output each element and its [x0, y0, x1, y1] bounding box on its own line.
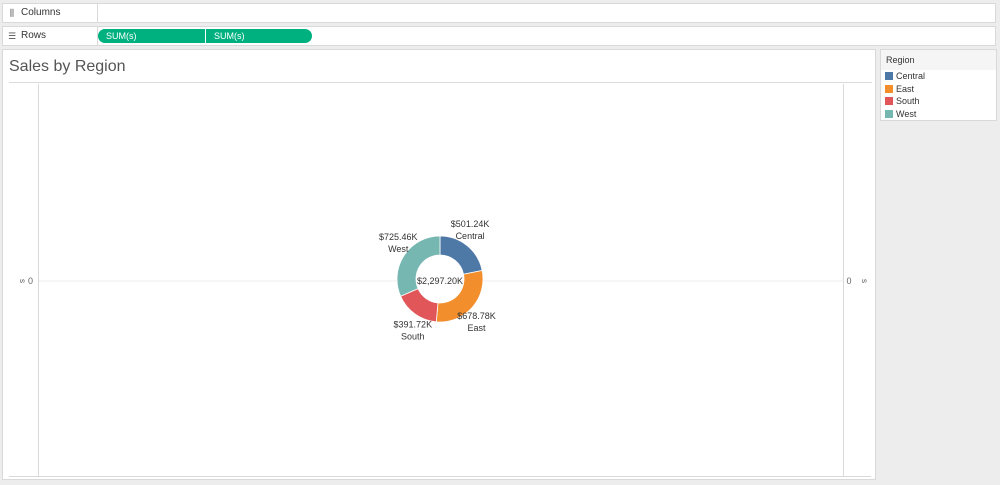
- legend-item-central[interactable]: Central: [881, 70, 996, 83]
- legend-swatch: [885, 109, 893, 118]
- worksheet-view: Sales by Region s 0 0 s $501.24K Central $…: [2, 49, 876, 480]
- slice-value-label: $391.72K: [394, 319, 433, 329]
- donut-chart: s 0 0 s $501.24K Central $678.78K East $391.…: [9, 84, 871, 477]
- slice-category-label: South: [401, 331, 425, 341]
- rows-label: Rows: [21, 30, 47, 41]
- legend-item-label: West: [896, 108, 917, 119]
- donut-slice-central[interactable]: [439, 235, 483, 275]
- columns-shelf[interactable]: ⫼ Columns: [2, 3, 996, 23]
- slice-category-label: East: [468, 323, 487, 333]
- slice-category-label: Central: [456, 231, 485, 241]
- right-axis-label: s: [860, 279, 869, 283]
- legend-swatch: [885, 72, 893, 81]
- region-legend[interactable]: Region Central East South West: [880, 49, 997, 121]
- rows-pill-sum-2[interactable]: SUM(s): [206, 29, 312, 43]
- left-axis-label: s: [18, 279, 27, 283]
- slice-value-label: $725.46K: [379, 232, 418, 242]
- legend-item-south[interactable]: South: [881, 95, 996, 108]
- donut-center-total: $2,297.20K: [417, 276, 463, 286]
- rows-icon: ☰: [7, 31, 17, 41]
- rows-shelf-label: ☰ Rows: [3, 27, 98, 45]
- rows-pill-sum-1[interactable]: SUM(s): [98, 29, 205, 43]
- rows-shelf[interactable]: ☰ Rows SUM(s) SUM(s): [2, 26, 996, 46]
- legend-title: Region: [881, 50, 996, 70]
- slice-category-label: West: [388, 244, 409, 254]
- slice-value-label: $501.24K: [451, 219, 490, 229]
- slice-value-label: $678.78K: [457, 311, 496, 321]
- right-axis-tick: 0: [846, 276, 851, 286]
- legend-item-label: South: [896, 96, 920, 106]
- legend-swatch: [885, 84, 893, 93]
- legend-swatch: [885, 97, 893, 106]
- legend-item-label: Central: [896, 71, 926, 81]
- columns-label: Columns: [21, 7, 61, 18]
- left-axis-tick: 0: [28, 276, 33, 286]
- legend-item-label: East: [896, 83, 915, 94]
- legend-item-west[interactable]: West: [881, 108, 996, 121]
- columns-icon: ⫼: [9, 8, 15, 18]
- columns-shelf-label: ⫼ Columns: [3, 4, 98, 22]
- legend-item-east[interactable]: East: [881, 83, 996, 96]
